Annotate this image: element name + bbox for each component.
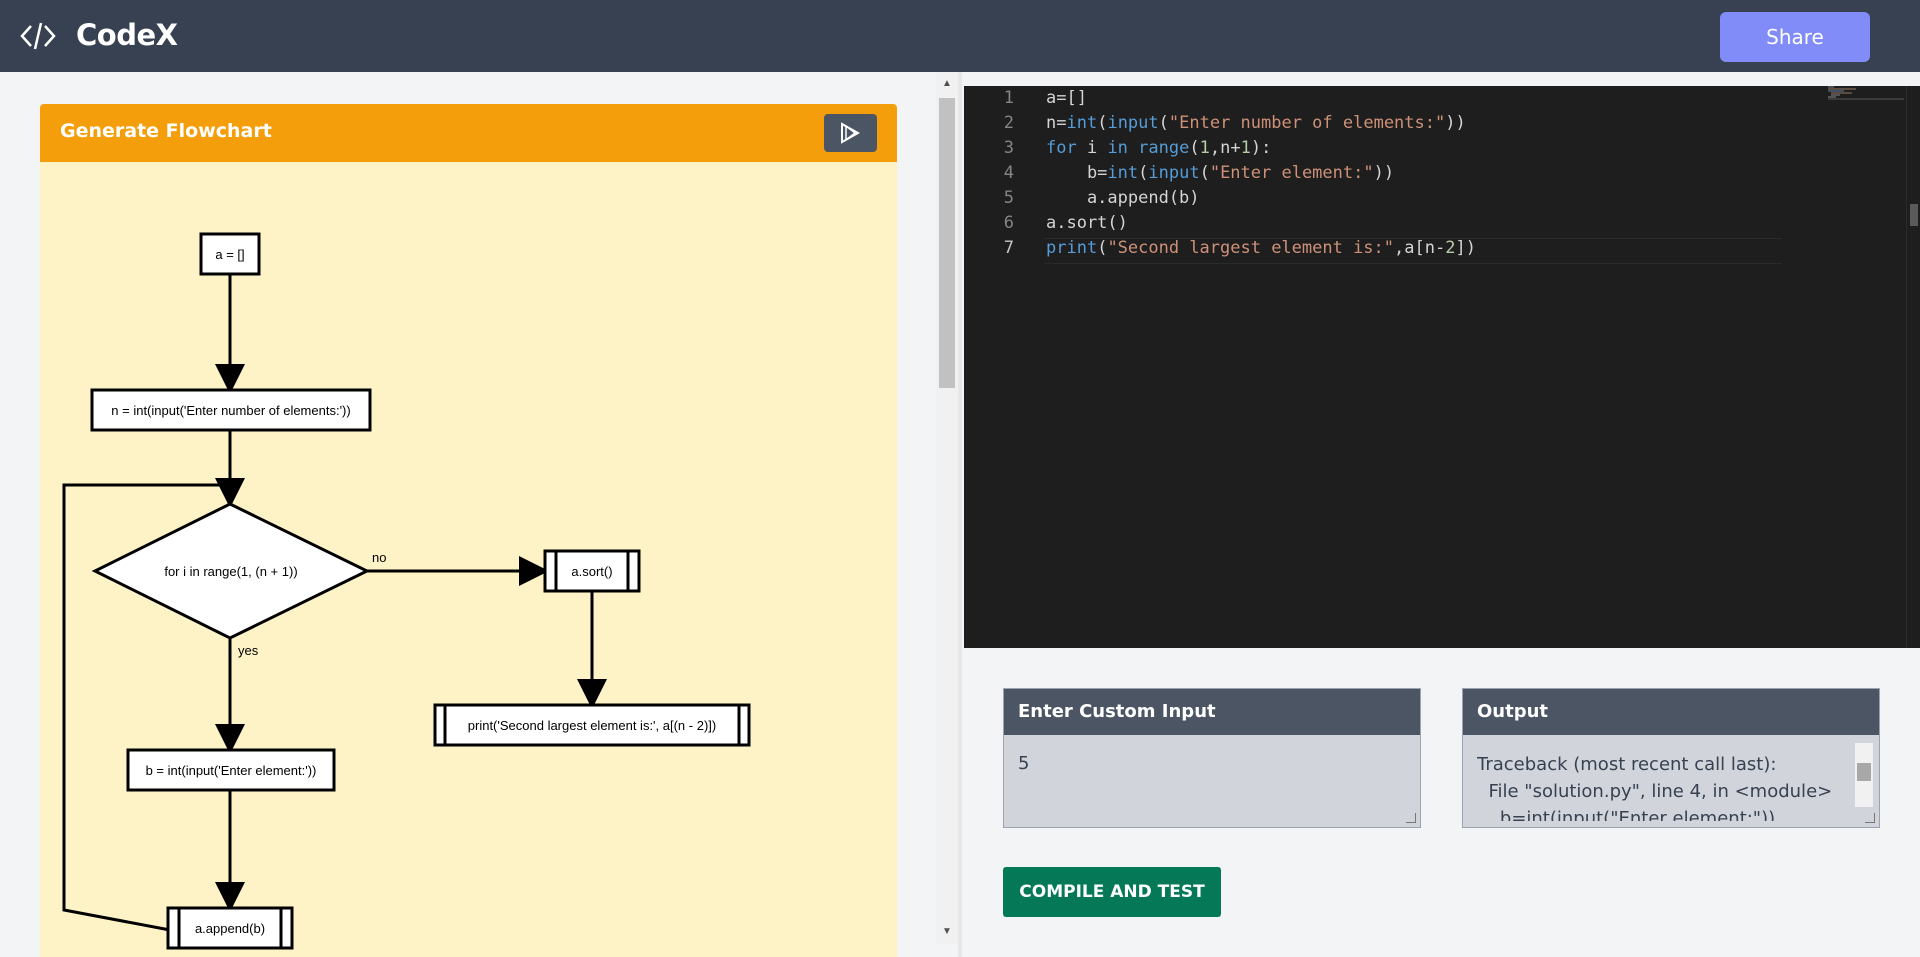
editor-minimap[interactable] xyxy=(1826,86,1906,102)
code-line[interactable]: for i in range(1,n+1): xyxy=(1046,138,1271,158)
editor-scrollbar[interactable] xyxy=(1906,86,1920,648)
resize-grip-icon[interactable] xyxy=(1406,813,1416,823)
flowchart-node-n4: a.sort() xyxy=(543,549,641,593)
svg-text:n = int(input('Enter number of: n = int(input('Enter number of elements:… xyxy=(111,403,350,418)
scrollbar-thumb[interactable] xyxy=(939,98,955,388)
editor-scrollbar-thumb[interactable] xyxy=(1910,204,1918,226)
code-line[interactable]: a.append(b) xyxy=(1046,188,1200,208)
output-scrollbar[interactable] xyxy=(1855,743,1873,807)
svg-text:print('Second largest element: print('Second largest element is:', a[(n… xyxy=(468,718,716,733)
line-number: 7 xyxy=(1003,238,1014,258)
svg-text:for i in range(1, (n + 1)): for i in range(1, (n + 1)) xyxy=(164,564,297,579)
navbar: CodeX Share xyxy=(0,0,1920,72)
line-number: 6 xyxy=(1003,213,1014,233)
edge-label-no: no xyxy=(372,550,386,565)
svg-text:a = []: a = [] xyxy=(215,247,244,262)
flowchart-title: Generate Flowchart xyxy=(60,120,272,142)
flowchart-node-n5: print('Second largest element is:', a[(n… xyxy=(433,703,751,747)
generate-flowchart-button[interactable] xyxy=(824,114,877,152)
code-line[interactable]: n=int(input("Enter number of elements:")… xyxy=(1046,113,1466,133)
share-button[interactable]: Share xyxy=(1720,12,1870,62)
code-line[interactable]: print("Second largest element is:",a[n-2… xyxy=(1046,238,1476,258)
svg-text:a.append(b): a.append(b) xyxy=(195,921,265,936)
output-scrollbar-thumb[interactable] xyxy=(1857,763,1871,781)
flowchart-node-n3: for i in range(1, (n + 1)) xyxy=(91,502,371,640)
custom-input-field[interactable] xyxy=(1004,735,1420,827)
output-text: Traceback (most recent call last): File … xyxy=(1477,754,1833,821)
code-line[interactable]: a.sort() xyxy=(1046,213,1128,233)
code-line[interactable]: a=[] xyxy=(1046,88,1087,108)
line-number: 1 xyxy=(1003,88,1014,108)
custom-input-title: Enter Custom Input xyxy=(1004,689,1420,735)
line-number: 2 xyxy=(1003,113,1014,133)
flowchart-card: Generate Flowchart no yes a = [] n = int… xyxy=(40,104,897,957)
edge-label-yes: yes xyxy=(238,643,259,658)
compile-and-test-button[interactable]: COMPILE AND TEST xyxy=(1003,867,1221,917)
output-title: Output xyxy=(1463,689,1879,735)
resize-grip-icon[interactable] xyxy=(1865,813,1875,823)
code-brackets-icon xyxy=(20,22,56,50)
flowchart-header: Generate Flowchart xyxy=(40,104,897,162)
brand-title: CodeX xyxy=(76,18,178,52)
svg-text:a.sort(): a.sort() xyxy=(571,564,612,579)
code-editor[interactable]: 1 2 3 4 5 6 7 a=[] n=int(input("Enter nu… xyxy=(964,86,1920,648)
line-number: 3 xyxy=(1003,138,1014,158)
line-number: 5 xyxy=(1003,188,1014,208)
flowchart-node-n6: b = int(input('Enter element:')) xyxy=(126,748,336,792)
flowchart-node-n7: a.append(b) xyxy=(166,906,294,950)
output-panel: Output Traceback (most recent call last)… xyxy=(1462,688,1880,828)
left-pane-scrollbar[interactable]: ▲ ▼ xyxy=(936,72,958,944)
line-number: 4 xyxy=(1003,163,1014,183)
custom-input-panel: Enter Custom Input xyxy=(1003,688,1421,828)
flowchart-diagram: no yes a = [] n = int(input('Enter numbe… xyxy=(62,232,751,950)
flowchart-node-n2: n = int(input('Enter number of elements:… xyxy=(90,388,372,432)
flowchart-node-n1: a = [] xyxy=(199,232,261,276)
scroll-down-arrow-icon[interactable]: ▼ xyxy=(942,926,952,937)
code-line[interactable]: b=int(input("Enter element:")) xyxy=(1046,163,1394,183)
svg-text:b = int(input('Enter element:': b = int(input('Enter element:')) xyxy=(146,763,317,778)
play-icon xyxy=(841,122,861,144)
scroll-up-arrow-icon[interactable]: ▲ xyxy=(942,78,952,89)
